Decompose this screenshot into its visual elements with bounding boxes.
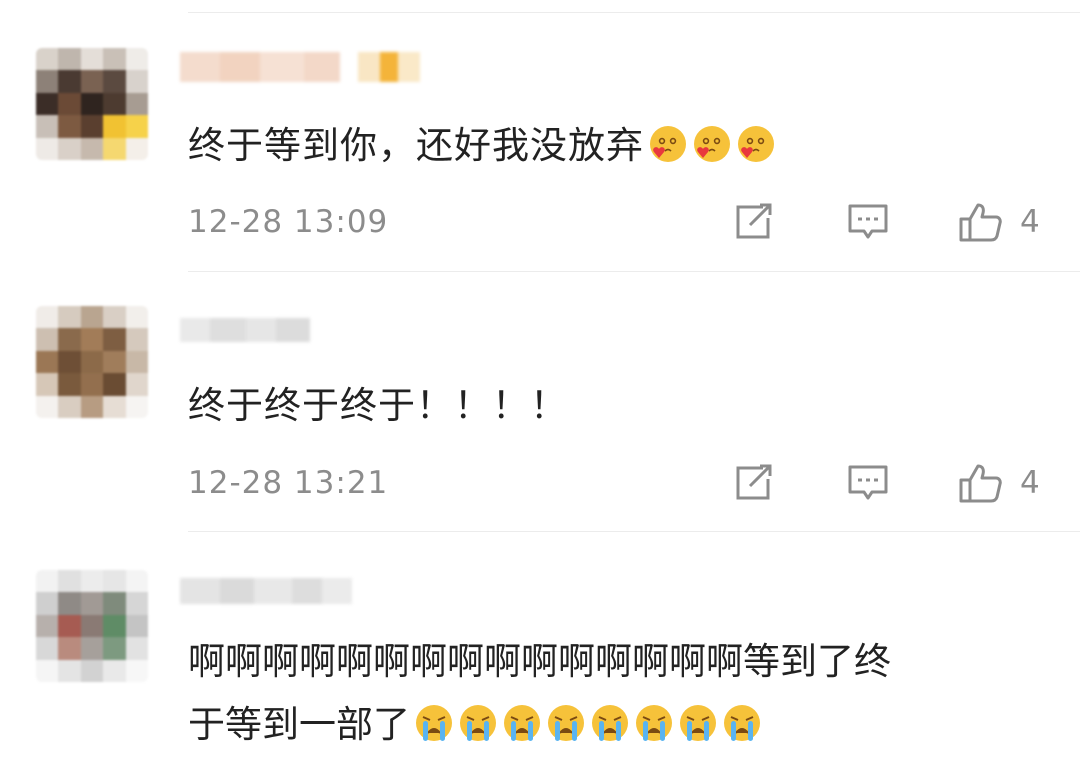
crying-emoji-icon (416, 705, 452, 741)
like-count: 4 (1020, 204, 1040, 240)
username[interactable] (180, 52, 420, 82)
comment-button[interactable] (847, 463, 889, 503)
comment-text: 终于等到你，还好我没放弃 (188, 118, 776, 174)
thumbs-up-icon (959, 203, 1002, 242)
share-edit-icon (736, 464, 772, 500)
timestamp: 12-28 13:09 (188, 204, 389, 240)
avatar[interactable] (36, 570, 148, 682)
avatar[interactable] (36, 48, 148, 160)
reply-button[interactable] (733, 463, 775, 503)
crying-emoji-icon (592, 705, 628, 741)
comment-body-line-1: 啊啊啊啊啊啊啊啊啊啊啊啊啊啊啊等到了终 (188, 640, 891, 683)
comment-meta: 12-28 13:09 4 (188, 202, 1080, 242)
crying-emoji-icon (504, 705, 540, 741)
crying-emoji-icon (636, 705, 672, 741)
divider (188, 531, 1080, 532)
username[interactable] (180, 318, 310, 342)
blush-emoji-icon (694, 126, 730, 162)
comment-text: 于等到一部了 (188, 697, 762, 753)
like-button[interactable]: 4 (958, 202, 1040, 242)
comment-body-line-2: 于等到一部了 (188, 703, 410, 746)
timestamp: 12-28 13:21 (188, 465, 389, 501)
username[interactable] (180, 578, 352, 604)
comment-bubble-icon (848, 204, 888, 239)
reply-button[interactable] (733, 202, 775, 242)
crying-emoji-icon (680, 705, 716, 741)
crying-emoji-icon (548, 705, 584, 741)
blush-emoji-icon (738, 126, 774, 162)
like-count: 4 (1020, 465, 1040, 501)
comment-meta: 12-28 13:21 4 (188, 463, 1080, 503)
divider (188, 12, 1080, 13)
like-button[interactable]: 4 (958, 463, 1040, 503)
comment-button[interactable] (847, 202, 889, 242)
crying-emoji-icon (460, 705, 496, 741)
share-edit-icon (736, 203, 772, 239)
comment-text: 终于终于终于！！！！ (188, 378, 568, 434)
crying-emoji-icon (724, 705, 760, 741)
comment-body: 终于等到你，还好我没放弃 (188, 124, 644, 167)
comment-list: 终于等到你，还好我没放弃 12-28 13:09 4 终于终于终于！！！！ 12… (0, 0, 1080, 774)
comment-bubble-icon (848, 465, 888, 500)
divider (188, 271, 1080, 272)
comment-body: 终于终于终于！！！！ (188, 384, 568, 427)
blush-emoji-icon (650, 126, 686, 162)
comment-text: 啊啊啊啊啊啊啊啊啊啊啊啊啊啊啊等到了终 (188, 634, 891, 690)
avatar[interactable] (36, 306, 148, 418)
thumbs-up-icon (959, 464, 1002, 503)
